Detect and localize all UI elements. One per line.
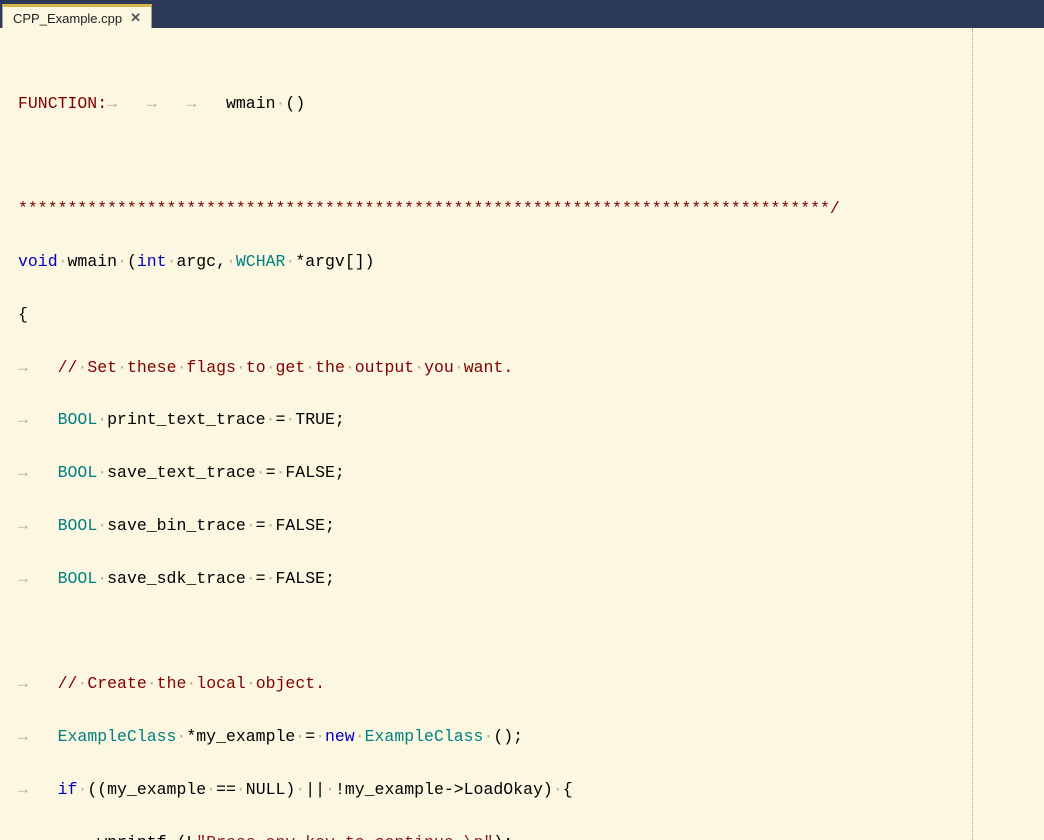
code-line: → → wprintf·(L"Press·any·key·to·continue… — [18, 830, 1032, 840]
code-line: FUNCTION:→ → → wmain·() — [18, 91, 1032, 117]
code-line: → BOOL·save_text_trace·=·FALSE; — [18, 460, 1032, 486]
tab-bar: CPP_Example.cpp ✕ — [0, 0, 1044, 28]
code-line: → //·Create·the·local·object. — [18, 671, 1032, 697]
code-line: → if·((my_example·==·NULL)·||·!my_exampl… — [18, 777, 1032, 803]
close-icon[interactable]: ✕ — [130, 10, 141, 26]
code-line: → ExampleClass·*my_example·=·new·Example… — [18, 724, 1032, 750]
code-line: void·wmain·(int·argc,·WCHAR·*argv[]) — [18, 249, 1032, 275]
code-line — [18, 619, 1032, 645]
code-line: → BOOL·save_bin_trace·=·FALSE; — [18, 513, 1032, 539]
code-line: { — [18, 302, 1032, 328]
code-line: → BOOL·save_sdk_trace·=·FALSE; — [18, 566, 1032, 592]
tab-label: CPP_Example.cpp — [13, 11, 122, 26]
code-line: ****************************************… — [18, 196, 1032, 222]
right-margin-ruler — [972, 28, 973, 840]
code-line: → //·Set·these·flags·to·get·the·output·y… — [18, 355, 1032, 381]
code-editor[interactable]: FUNCTION:→ → → wmain·() ****************… — [0, 28, 1044, 840]
code-line — [18, 144, 1032, 170]
code-line: → BOOL·print_text_trace·=·TRUE; — [18, 407, 1032, 433]
file-tab[interactable]: CPP_Example.cpp ✕ — [2, 4, 152, 29]
